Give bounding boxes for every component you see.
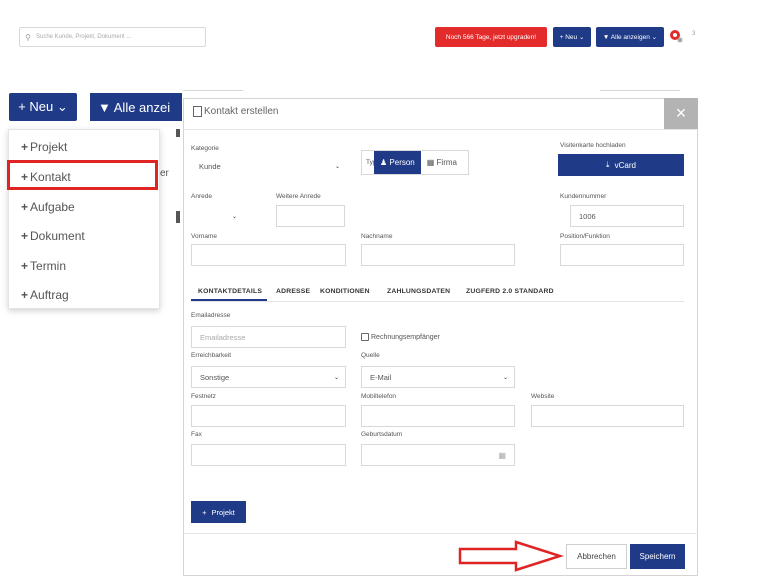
anrede-label: Anrede (191, 193, 212, 200)
chevron-down-icon: ⌄ (502, 374, 508, 381)
email-label: Emailadresse (191, 312, 231, 319)
vorname-label: Vorname (191, 233, 218, 240)
bg-divider (600, 90, 680, 91)
visitenkarte-label: Visitenkarte hochladen (560, 142, 626, 149)
bg-divider (183, 90, 243, 91)
menu-item-aufgabe[interactable]: + Aufgabe (21, 200, 75, 214)
chevron-down-icon: ⌄ (334, 163, 340, 170)
search-placeholder: Suche Kunde, Projekt, Dokument ... (36, 34, 132, 40)
tab-adresse[interactable]: ADRESSE (276, 288, 310, 295)
plus-icon: + (21, 288, 29, 302)
modal-title: Kontakt erstellen (193, 106, 279, 117)
add-projekt-button[interactable]: + Projekt (191, 501, 246, 523)
footer-divider (183, 533, 698, 534)
website-label: Website (531, 393, 555, 400)
fax-label: Fax (191, 431, 202, 438)
plus-icon: + (21, 140, 29, 154)
building-icon: ▦ (426, 158, 437, 167)
menu-item-dokument[interactable]: + Dokument (21, 229, 85, 243)
plus-icon: + (202, 507, 207, 517)
erreichbarkeit-select[interactable]: Sonstige ⌄ (191, 366, 346, 388)
chevron-down-icon: ⌄ (231, 213, 237, 220)
save-button[interactable]: Speichern (630, 544, 685, 569)
weitere-anrede-label: Weitere Anrede (276, 193, 321, 200)
nachname-label: Nachname (361, 233, 393, 240)
position-input[interactable] (560, 244, 684, 266)
kundennummer-label: Kundennummer (560, 193, 607, 200)
fax-input[interactable] (191, 444, 346, 466)
menu-item-projekt[interactable]: + Projekt (21, 140, 67, 154)
alle-anzeigen-button[interactable]: ▼ Alle anzei (90, 93, 182, 121)
person-icon: ♟ (380, 158, 390, 167)
typ-label: Typ (366, 159, 377, 166)
background-fragment (176, 129, 180, 137)
kundennummer-input[interactable]: 1006 (570, 205, 684, 227)
search-icon: ⚲ (25, 32, 31, 42)
anrede-select[interactable]: ⌄ (191, 205, 243, 227)
position-label: Position/Funktion (560, 233, 610, 240)
mobil-input[interactable] (361, 405, 515, 427)
geburtsdatum-label: Geburtsdatum (361, 431, 403, 438)
tab-konditionen[interactable]: KONDITIONEN (320, 288, 370, 295)
neu-dropdown-menu: + Projekt + Kontakt + Aufgabe + Dokument + Te… (8, 129, 160, 309)
typ-toggle: Typ ♟ Person ▦ Firma (361, 150, 469, 175)
chevron-down-icon: ⌄ (333, 374, 339, 381)
quelle-select[interactable]: E-Mail ⌄ (361, 366, 515, 388)
upgrade-button[interactable]: Noch 566 Tage, jetzt upgraden! (435, 27, 547, 47)
festnetz-input[interactable] (191, 405, 346, 427)
kategorie-label: Kategorie (191, 145, 219, 152)
close-button[interactable]: × (664, 98, 698, 129)
notification-count: 3 (692, 31, 696, 37)
website-input[interactable] (531, 405, 684, 427)
email-input[interactable]: Emailadresse (191, 326, 346, 348)
notification-icon[interactable] (669, 29, 683, 43)
menu-item-auftrag[interactable]: + Auftrag (21, 288, 69, 302)
quelle-label: Quelle (361, 352, 380, 359)
vcard-upload-button[interactable]: ⤓ vCard (558, 154, 684, 176)
checkbox-icon (361, 333, 369, 341)
highlight-box (7, 160, 158, 190)
nachname-input[interactable] (361, 244, 515, 266)
plus-icon: + (21, 200, 29, 214)
cancel-button[interactable]: Abbrechen (566, 544, 627, 569)
search-input[interactable]: ⚲ Suche Kunde, Projekt, Dokument ... (19, 27, 206, 47)
arrow-annotation-icon (458, 540, 564, 572)
rechnungsempfaenger-checkbox[interactable]: Rechnungsempfänger (361, 333, 440, 341)
calendar-icon[interactable]: ▦ (498, 451, 506, 460)
plus-icon: + (21, 229, 29, 243)
kategorie-select[interactable]: Kunde ⌄ (191, 156, 346, 176)
document-icon (193, 106, 202, 117)
typ-firma-button[interactable]: ▦ Firma (421, 158, 457, 167)
background-fragment (176, 211, 180, 223)
geburtsdatum-input[interactable]: ▦ (361, 444, 515, 466)
menu-item-termin[interactable]: + Termin (21, 259, 66, 273)
background-text-fragment: er (160, 168, 169, 179)
erreichbarkeit-label: Erreichbarkeit (191, 352, 232, 359)
typ-person-button[interactable]: ♟ Person (374, 151, 421, 174)
plus-icon: + (21, 259, 29, 273)
tab-kontaktdetails[interactable]: KONTAKTDETAILS (198, 288, 262, 295)
weitere-anrede-input[interactable] (276, 205, 345, 227)
mobil-label: Mobiltelefon (361, 393, 397, 400)
vorname-input[interactable] (191, 244, 346, 266)
tab-zahlungsdaten[interactable]: ZAHLUNGSDATEN (387, 288, 450, 295)
neu-top-button[interactable]: + Neu ⌄ (553, 27, 591, 47)
festnetz-label: Festnetz (191, 393, 216, 400)
upload-icon: ⤓ (606, 160, 610, 169)
alle-anzeigen-top-button[interactable]: ▼ Alle anzeigen ⌄ (596, 27, 664, 47)
neu-button[interactable]: + Neu ⌄ (9, 93, 77, 121)
tab-zugferd[interactable]: ZUGFERD 2.0 STANDARD (466, 288, 554, 295)
tabs-divider (191, 301, 684, 302)
modal-divider (183, 129, 698, 130)
